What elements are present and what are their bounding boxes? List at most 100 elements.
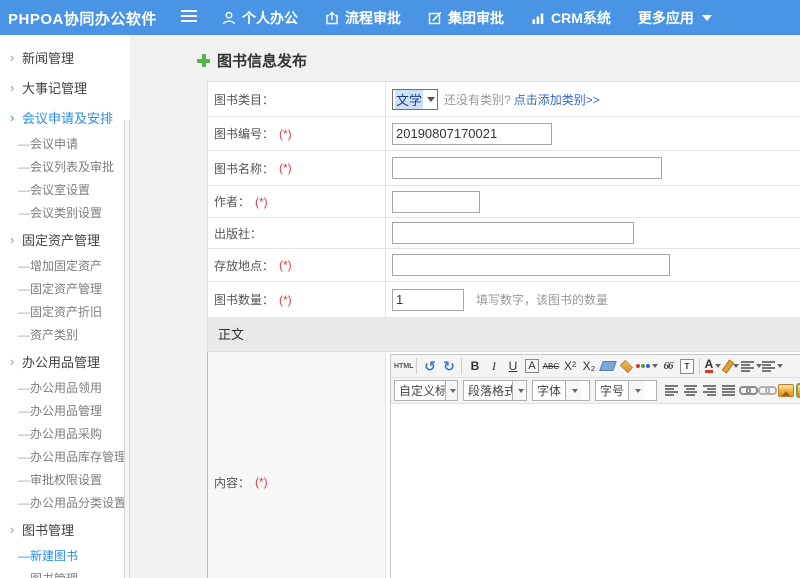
sidebar-item-asset-manage[interactable]: —固定资产管理: [0, 277, 124, 300]
top-navigation: 个人办公 流程审批 集团审批 CRM系统 更多应用: [222, 0, 712, 35]
font-size-select[interactable]: 字号: [595, 380, 657, 401]
dropdown-caret-icon: [733, 364, 739, 368]
required-mark: (*): [279, 258, 292, 272]
sidebar-item-add-asset[interactable]: —增加固定资产: [0, 254, 124, 277]
redo-icon[interactable]: ↻: [439, 357, 458, 375]
sidebar-item-asset-depreciation[interactable]: —固定资产折旧: [0, 300, 124, 323]
link-icon: [739, 386, 756, 395]
ordered-list-icon: [741, 361, 754, 372]
dash-icon: —: [18, 184, 30, 196]
book-form: 图书类目： 文学 还没有类别? 点击添加类别>> 图书编号：(*) 图书名称：(…: [207, 81, 800, 578]
person-icon: [222, 11, 236, 25]
app-window: PHPOA协同办公软件 个人办公 流程审批 集团审批 CRM系统 更多应用: [0, 0, 800, 578]
field-label: 图书类目：: [214, 91, 274, 108]
page-title: 图书信息发布: [197, 50, 307, 71]
richtext-editor: HTML ↺ ↻ B I U A ABC X² X₂: [390, 354, 800, 578]
dropdown-caret-icon: [777, 364, 783, 368]
author-input[interactable]: [392, 191, 480, 213]
quantity-input[interactable]: [392, 289, 464, 311]
field-label: 内容：: [214, 474, 250, 491]
field-label: 图书名称：: [214, 160, 274, 177]
required-mark: (*): [279, 293, 292, 307]
field-label: 图书编号：: [214, 125, 274, 142]
main-content: 图书信息发布 图书类目： 文学 还没有类别? 点击添加类别>> 图书编号：(*): [130, 35, 800, 578]
nav-group-approval[interactable]: 集团审批: [428, 8, 504, 28]
sidebar-item-asset-category[interactable]: —资产类别: [0, 323, 124, 346]
add-category-link[interactable]: 点击添加类别>>: [514, 91, 600, 108]
dash-icon: —: [18, 138, 30, 150]
dash-icon: —: [18, 405, 30, 417]
strikethrough-icon[interactable]: ABC: [541, 357, 560, 375]
sidebar-item-meeting-room[interactable]: —会议室设置: [0, 178, 124, 201]
sidebar-item-meeting-apply[interactable]: —会议申请: [0, 132, 124, 155]
app-logo[interactable]: PHPOA协同办公软件: [8, 8, 157, 29]
undo-icon[interactable]: ↺: [420, 357, 439, 375]
sidebar-item-meeting[interactable]: ›会议申请及安排: [0, 102, 124, 132]
form-row-book-name: 图书名称： (*): [208, 151, 800, 186]
dash-icon: —: [18, 573, 30, 578]
sidebar-item-supplies-purchase[interactable]: —办公用品采购: [0, 422, 124, 445]
nav-workflow-approval[interactable]: 流程审批: [325, 8, 401, 28]
sidebar-item-supplies-category[interactable]: —办公用品分类设置: [0, 491, 124, 514]
publisher-input[interactable]: [392, 222, 634, 244]
paste-text-icon: T: [680, 359, 694, 374]
chevron-right-icon: ›: [10, 111, 22, 124]
sidebar-item-supplies-manage[interactable]: —办公用品管理: [0, 399, 124, 422]
sidebar-item-new-book[interactable]: —新建图书: [0, 544, 124, 567]
chevron-right-icon: ›: [10, 81, 22, 94]
required-mark: (*): [279, 161, 292, 175]
eraser-icon: [599, 361, 617, 371]
custom-heading-select[interactable]: 自定义标题: [394, 380, 458, 401]
dash-icon: —: [18, 497, 30, 509]
image-icon: [778, 384, 794, 397]
nav-personal-office[interactable]: 个人办公: [222, 8, 298, 28]
dash-icon: —: [18, 306, 30, 318]
paragraph-format-select[interactable]: 段落格式: [463, 380, 527, 401]
italic-icon[interactable]: I: [484, 357, 503, 375]
sidebar-item-supplies-stock[interactable]: —办公用品库存管理: [0, 445, 124, 468]
book-no-input[interactable]: [392, 123, 552, 145]
media-icon: [797, 384, 800, 397]
sidebar-item-meeting-list[interactable]: —会议列表及审批: [0, 155, 124, 178]
subscript-icon[interactable]: X₂: [579, 357, 598, 375]
align-center-icon: [684, 385, 697, 396]
dropdown-caret-icon: [715, 364, 721, 368]
toolbar-separator: [461, 358, 462, 374]
superscript-icon[interactable]: X²: [560, 357, 579, 375]
sidebar-item-news[interactable]: ›新闻管理: [0, 42, 124, 72]
category-select[interactable]: 文学: [392, 89, 438, 110]
font-family-select[interactable]: 字体: [532, 380, 590, 401]
sidebar-item-fixed-assets[interactable]: ›固定资产管理: [0, 224, 124, 254]
chevron-right-icon: ›: [10, 355, 22, 368]
location-input[interactable]: [392, 254, 670, 276]
dropdown-caret-icon: [518, 389, 524, 393]
toolbar-separator: [699, 358, 700, 374]
field-label: 存放地点：: [214, 257, 274, 274]
quantity-note: 填写数字，该图书的数量: [476, 291, 608, 308]
book-name-input[interactable]: [392, 157, 662, 179]
bold-icon[interactable]: B: [465, 357, 484, 375]
sidebar-item-events[interactable]: ›大事记管理: [0, 72, 124, 102]
sidebar-item-supplies-claim[interactable]: —办公用品领用: [0, 376, 124, 399]
font-box-icon[interactable]: A: [525, 359, 538, 373]
nav-more-apps[interactable]: 更多应用: [638, 8, 712, 28]
nav-crm-system[interactable]: CRM系统: [531, 8, 611, 28]
hamburger-menu-icon[interactable]: [181, 10, 197, 24]
source-icon[interactable]: HTML: [394, 357, 413, 375]
toolbar-separator: [416, 358, 417, 374]
sidebar-item-book-manage[interactable]: —图书管理: [0, 567, 124, 578]
dropdown-caret-icon: [427, 97, 435, 102]
sidebar-item-books[interactable]: ›图书管理: [0, 514, 124, 544]
topbar: PHPOA协同办公软件 个人办公 流程审批 集团审批 CRM系统 更多应用: [0, 0, 800, 35]
editor-content-area[interactable]: [391, 404, 800, 578]
underline-icon[interactable]: U: [503, 357, 522, 375]
dash-icon: —: [18, 260, 30, 272]
blockquote-icon[interactable]: 66: [658, 357, 677, 375]
sidebar-item-approval-permission[interactable]: —审批权限设置: [0, 468, 124, 491]
dropdown-caret-icon: [635, 389, 641, 393]
form-row-author: 作者：(*): [208, 186, 800, 218]
sidebar-item-meeting-category[interactable]: —会议类别设置: [0, 201, 124, 224]
font-color-icon: A: [705, 359, 714, 373]
sidebar-item-office-supplies[interactable]: ›办公用品管理: [0, 346, 124, 376]
sidebar: ›新闻管理 ›大事记管理 ›会议申请及安排 —会议申请 —会议列表及审批 —会议…: [0, 35, 124, 578]
